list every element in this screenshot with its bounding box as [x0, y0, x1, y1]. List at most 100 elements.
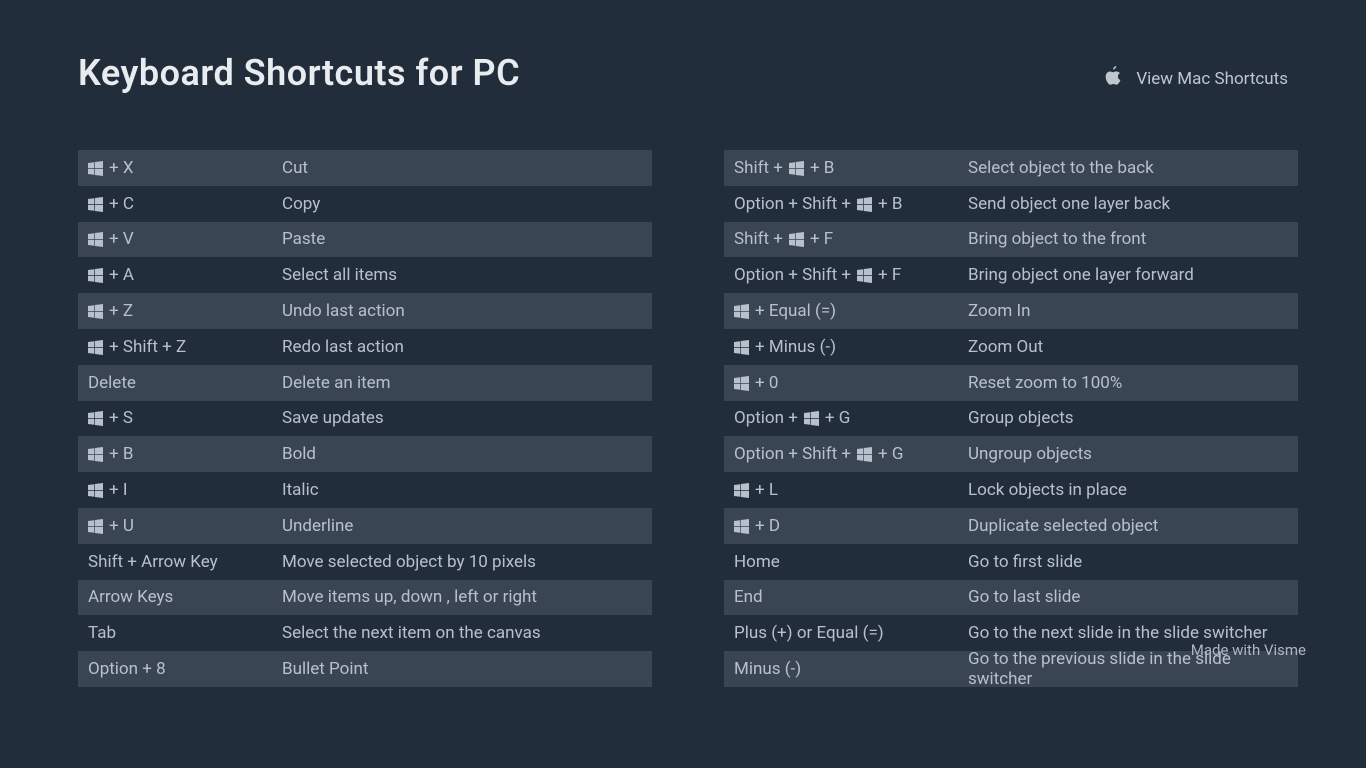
shortcut-keys: + D — [724, 516, 964, 536]
shortcut-keys: Delete — [78, 373, 278, 393]
shortcut-description: Ungroup objects — [964, 444, 1298, 464]
shortcut-description: Redo last action — [278, 337, 652, 357]
shortcut-row: HomeGo to first slide — [724, 544, 1298, 580]
key-text: + Minus (-) — [755, 337, 836, 357]
shortcut-keys: Option + Shift + + G — [724, 444, 964, 464]
key-text: + V — [109, 229, 134, 249]
shortcut-row: + C Copy — [78, 186, 652, 222]
key-text: End — [734, 587, 763, 607]
shortcut-keys: + L — [724, 480, 964, 500]
windows-key-icon — [734, 303, 749, 319]
key-text: + C — [109, 194, 134, 214]
windows-key-icon — [734, 375, 749, 391]
shortcut-row: + LLock objects in place — [724, 472, 1298, 508]
key-text: + F — [810, 229, 833, 249]
view-mac-shortcuts-link[interactable]: View Mac Shortcuts — [1104, 66, 1288, 91]
shortcut-row: + ZUndo last action — [78, 293, 652, 329]
shortcut-description: Move selected object by 10 pixels — [278, 552, 652, 572]
shortcut-keys: + V — [78, 229, 278, 249]
shortcut-description: Go to last slide — [964, 587, 1298, 607]
key-text: + B — [810, 158, 834, 178]
footer-attribution: Made with Visme — [1191, 641, 1306, 659]
shortcut-keys: + Shift + Z — [78, 337, 278, 357]
windows-key-icon — [88, 267, 103, 283]
shortcut-row: Shift + + FBring object to the front — [724, 222, 1298, 258]
shortcut-keys: Arrow Keys — [78, 587, 278, 607]
shortcut-row: + Minus (-)Zoom Out — [724, 329, 1298, 365]
shortcut-row: + X Cut — [78, 150, 652, 186]
key-text: + U — [109, 516, 134, 536]
shortcut-keys: Option + + G — [724, 408, 964, 428]
key-text: + X — [109, 158, 134, 178]
shortcut-keys: + C — [78, 194, 278, 214]
windows-key-icon — [804, 410, 819, 426]
shortcut-row: + IItalic — [78, 472, 652, 508]
key-text: Arrow Keys — [88, 587, 173, 607]
shortcut-row: + V Paste — [78, 222, 652, 258]
shortcut-description: Select the next item on the canvas — [278, 623, 652, 643]
shortcut-keys: + X — [78, 158, 278, 178]
key-text: Tab — [88, 623, 116, 643]
shortcut-description: Copy — [278, 194, 652, 214]
key-text: + G — [878, 444, 903, 464]
shortcut-keys: Option + Shift + + B — [724, 194, 964, 214]
key-text: + A — [109, 265, 134, 285]
key-text: + D — [755, 516, 780, 536]
windows-key-icon — [88, 446, 103, 462]
windows-key-icon — [88, 303, 103, 319]
shortcut-keys: Plus (+) or Equal (=) — [724, 623, 964, 643]
page-title: Keyboard Shortcuts for PC — [78, 52, 520, 94]
shortcut-description: Italic — [278, 480, 652, 500]
shortcut-keys: + I — [78, 480, 278, 500]
key-text: Shift + Arrow Key — [88, 552, 218, 572]
key-text: + 0 — [755, 373, 778, 393]
shortcut-description: Underline — [278, 516, 652, 536]
shortcut-row: Option + 8Bullet Point — [78, 651, 652, 687]
shortcut-row: + U Underline — [78, 508, 652, 544]
shortcut-keys: Tab — [78, 623, 278, 643]
key-text: + Shift + Z — [109, 337, 186, 357]
shortcut-description: Bring object one layer forward — [964, 265, 1298, 285]
key-text: + B — [878, 194, 902, 214]
shortcut-row: Shift + + BSelect object to the back — [724, 150, 1298, 186]
shortcut-description: Lock objects in place — [964, 480, 1298, 500]
shortcut-description: Paste — [278, 229, 652, 249]
apple-icon — [1104, 66, 1122, 91]
windows-key-icon — [88, 410, 103, 426]
shortcut-keys: Minus (-) — [724, 659, 964, 679]
shortcut-keys: + A — [78, 265, 278, 285]
shortcut-row: + Equal (=)Zoom In — [724, 293, 1298, 329]
shortcut-keys: + 0 — [724, 373, 964, 393]
shortcut-description: Save updates — [278, 408, 652, 428]
shortcut-row: + SSave updates — [78, 401, 652, 437]
key-text: Delete — [88, 373, 136, 393]
key-text: Plus (+) or Equal (=) — [734, 623, 884, 643]
key-text: + G — [825, 408, 850, 428]
shortcut-keys: Shift + Arrow Key — [78, 552, 278, 572]
shortcut-keys: + U — [78, 516, 278, 536]
windows-key-icon — [88, 196, 103, 212]
shortcut-description: Delete an item — [278, 373, 652, 393]
shortcut-row: Tab Select the next item on the canvas — [78, 615, 652, 651]
shortcut-description: Send object one layer back — [964, 194, 1298, 214]
shortcut-row: Option + Shift + + GUngroup objects — [724, 436, 1298, 472]
shortcut-keys: + Equal (=) — [724, 301, 964, 321]
shortcut-keys: + S — [78, 408, 278, 428]
windows-key-icon — [88, 339, 103, 355]
shortcut-description: Cut — [278, 158, 652, 178]
shortcut-keys: Shift + + B — [724, 158, 964, 178]
shortcut-keys: + B — [78, 444, 278, 464]
shortcut-keys: + Z — [78, 301, 278, 321]
windows-key-icon — [88, 231, 103, 247]
shortcut-keys: + Minus (-) — [724, 337, 964, 357]
windows-key-icon — [789, 160, 804, 176]
windows-key-icon — [734, 482, 749, 498]
key-text: Option + Shift + — [734, 265, 851, 285]
shortcut-description: Select object to the back — [964, 158, 1298, 178]
shortcut-keys: Option + 8 — [78, 659, 278, 679]
shortcut-row: + Shift + Z Redo last action — [78, 329, 652, 365]
shortcut-keys: Option + Shift + + F — [724, 265, 964, 285]
view-mac-shortcuts-label: View Mac Shortcuts — [1136, 69, 1288, 89]
shortcut-row: Option + + GGroup objects — [724, 401, 1298, 437]
shortcut-column-right: Shift + + BSelect object to the backOpti… — [724, 150, 1298, 687]
